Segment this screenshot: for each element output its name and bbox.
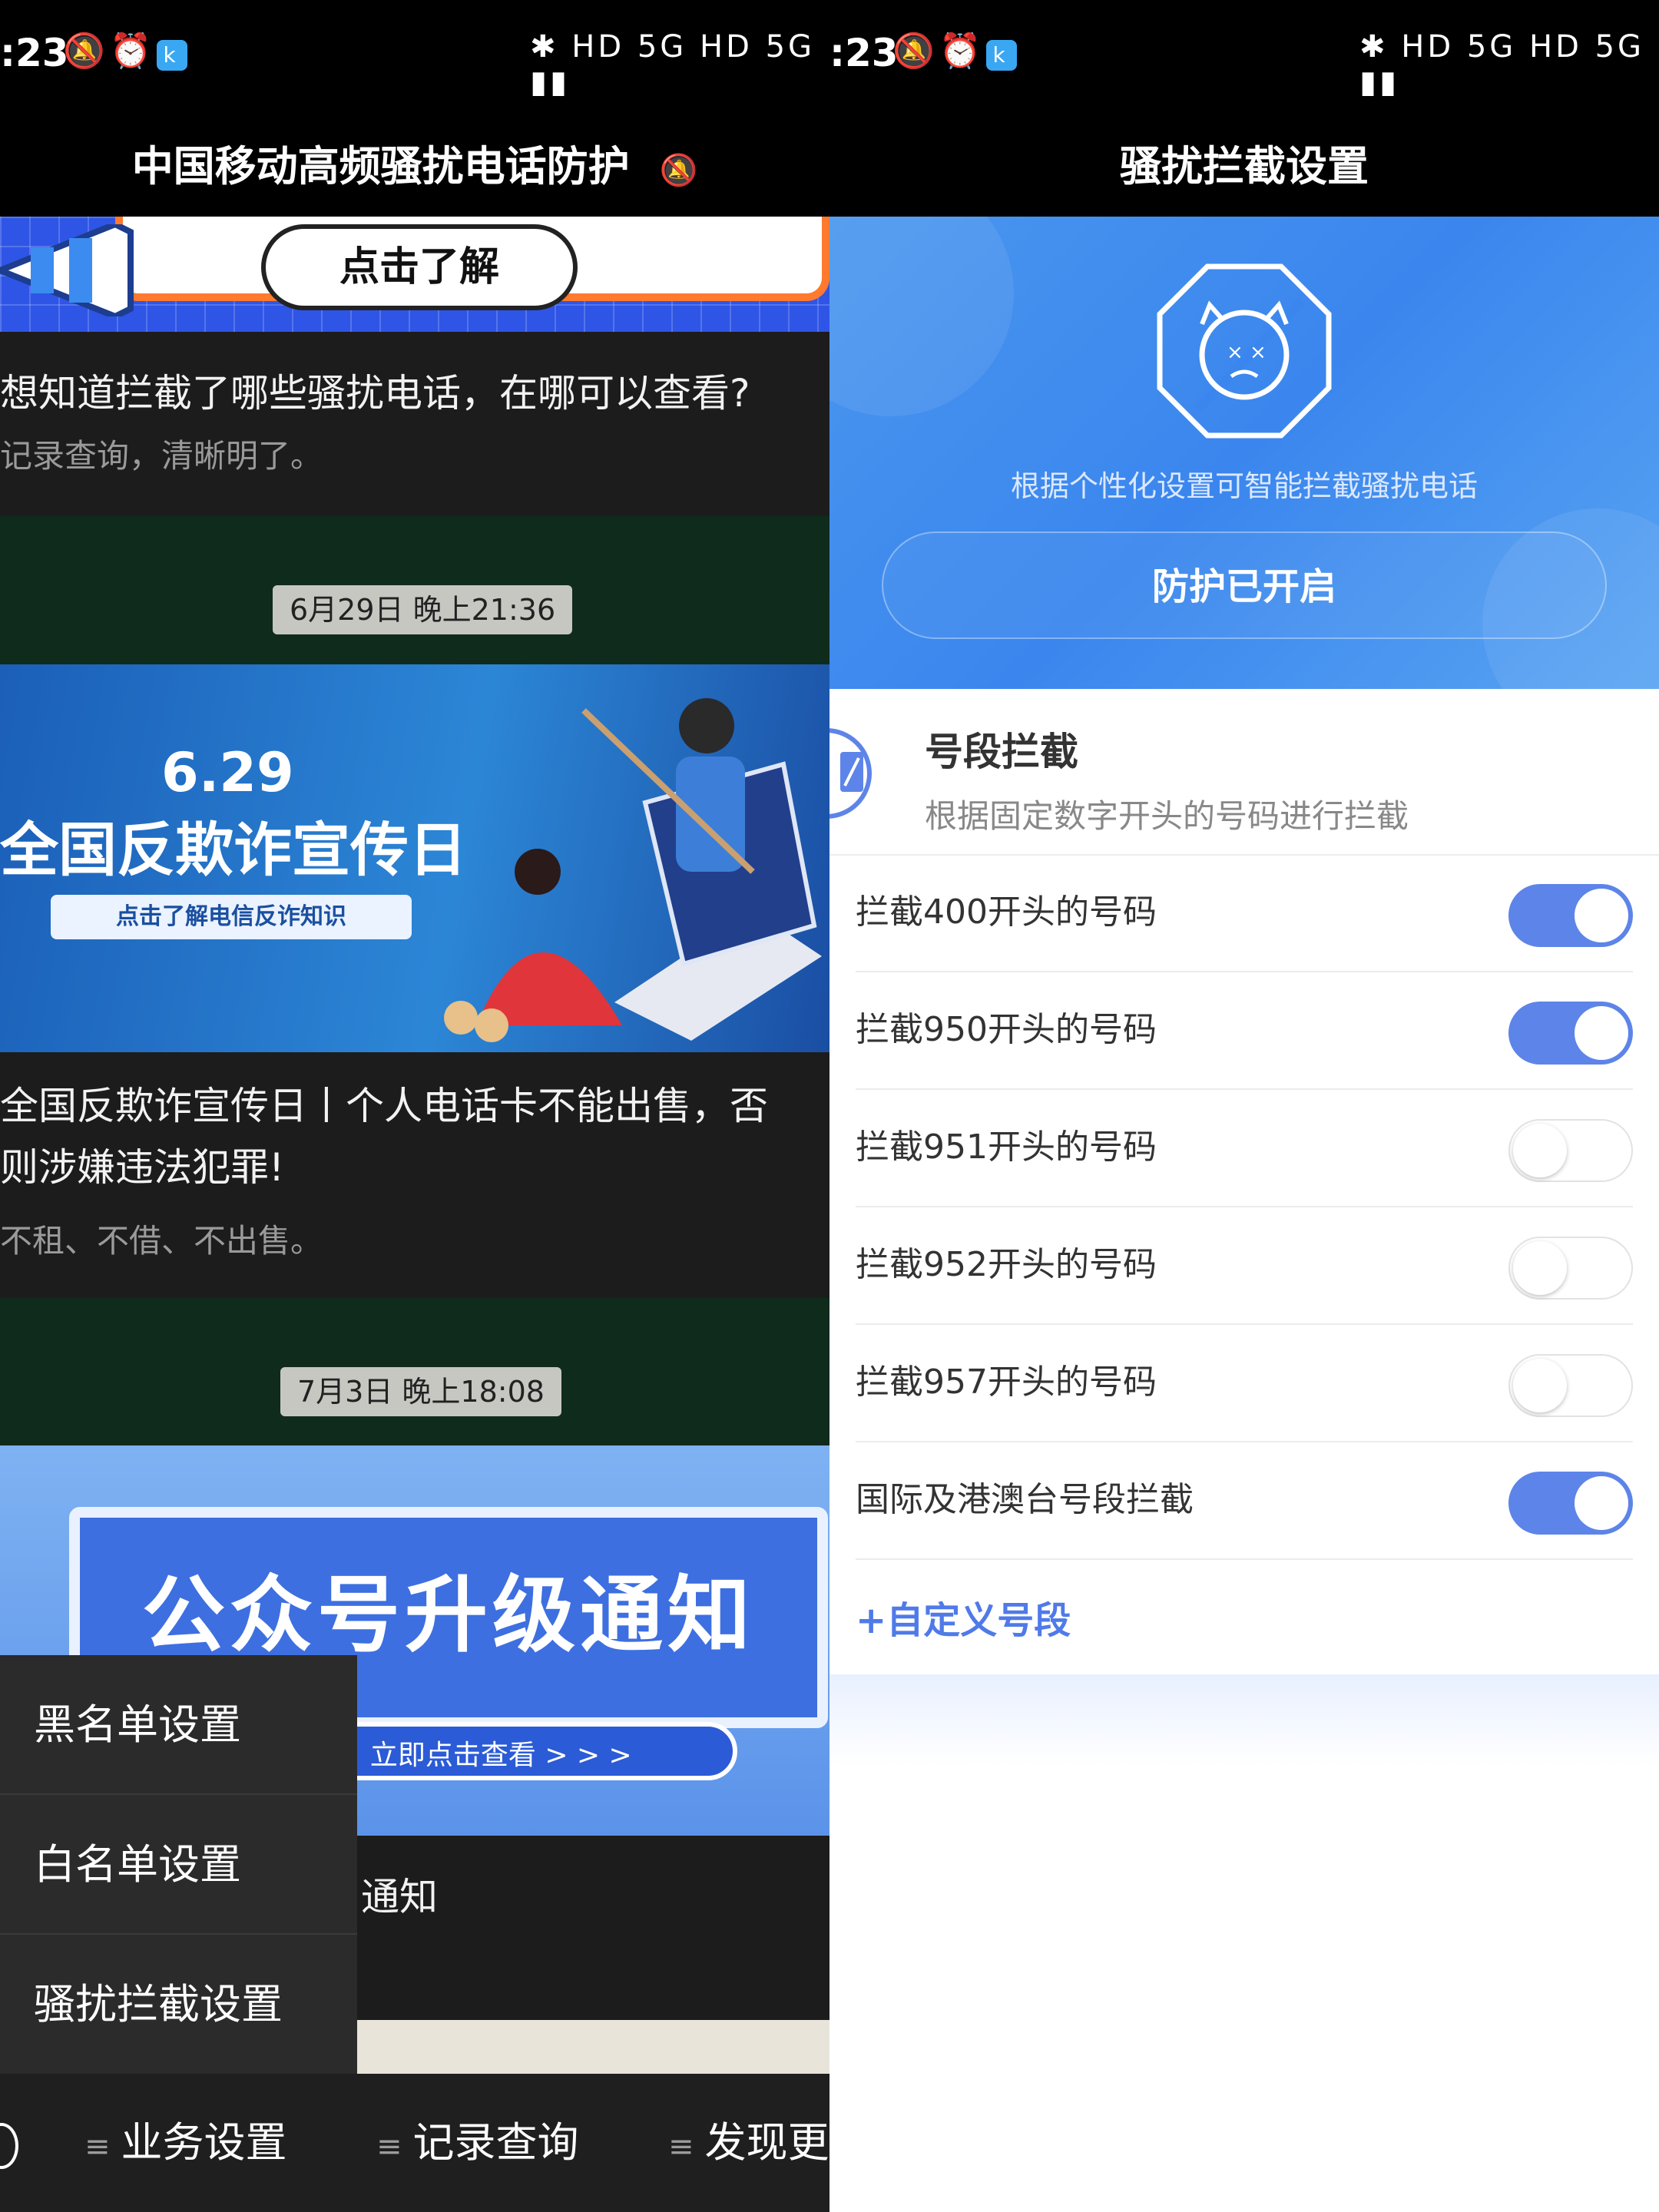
toggle-knob bbox=[1575, 889, 1628, 942]
article-card-1[interactable]: 想知道拦截了哪些骚扰电话，在哪可以查看? 记录查询，清晰明了。 bbox=[0, 332, 830, 516]
nav-business-settings[interactable]: ≡ 业务设置 bbox=[84, 2074, 287, 2212]
popup-menu: 黑名单设置 白名单设置 骚扰拦截设置 bbox=[0, 1655, 357, 2074]
add-custom-range-link[interactable]: +自定义号段 bbox=[856, 1559, 1071, 1682]
view-now-button[interactable]: ! 立即点击查看 > > > bbox=[292, 1722, 737, 1780]
menu-lines-icon: ≡ bbox=[376, 2129, 402, 2164]
protection-status-button[interactable]: 防护已开启 bbox=[882, 531, 1607, 639]
status-time: :23 bbox=[830, 31, 899, 75]
learn-more-button[interactable]: 点击了解 bbox=[261, 224, 578, 310]
toggle-row-label: 拦截952开头的号码 bbox=[856, 1245, 1157, 1284]
megaphone-icon bbox=[0, 224, 134, 316]
alarm-icon: ⏰ bbox=[939, 31, 986, 71]
article-card-2[interactable]: 全国反欺诈宣传日丨个人电话卡不能出售，否 则涉嫌违法犯罪! 不租、不借、不出售。 bbox=[0, 1052, 830, 1298]
article-title: 想知道拦截了哪些骚扰电话，在哪可以查看? bbox=[0, 371, 750, 416]
toggle-switch[interactable] bbox=[1508, 1002, 1633, 1065]
article-subtitle: 记录查询，清晰明了。 bbox=[0, 437, 323, 475]
alarm-icon: ⏰ bbox=[109, 31, 157, 71]
bluetooth-icon: ✱ bbox=[1359, 29, 1389, 65]
toggle-row-label: 拦截400开头的号码 bbox=[856, 892, 1157, 932]
menu-lines-icon: ≡ bbox=[668, 2129, 694, 2164]
decor-circle bbox=[830, 217, 1014, 416]
protection-hero: × × 根据个性化设置可智能拦截骚扰电话 防护已开启 bbox=[830, 217, 1659, 689]
toggle-row-label: 国际及港澳台号段拦截 bbox=[856, 1480, 1194, 1519]
article-title-line2: 则涉嫌违法犯罪! bbox=[0, 1145, 285, 1190]
nav-record-query[interactable]: ≡ 记录查询 bbox=[376, 2074, 579, 2212]
toggle-knob bbox=[1513, 1124, 1567, 1177]
section-title: 号段拦截 bbox=[925, 730, 1078, 774]
toggle-knob bbox=[1575, 1476, 1628, 1530]
page-title: 骚扰拦截设置 bbox=[1120, 142, 1369, 190]
shield-block-icon: × × bbox=[1157, 263, 1332, 439]
menu-item-blacklist[interactable]: 黑名单设置 bbox=[0, 1655, 357, 1795]
mute-icon[interactable]: 🔕 bbox=[660, 153, 698, 188]
status-left-icons: 🔕⏰ k bbox=[63, 31, 187, 71]
toggle-switch[interactable] bbox=[1508, 1472, 1633, 1535]
keyboard-toggle-icon[interactable] bbox=[0, 2123, 18, 2169]
section-subtitle: 根据固定数字开头的号码进行拦截 bbox=[925, 797, 1409, 835]
banner-headline: 全国反欺诈宣传日 bbox=[0, 816, 467, 884]
toggle-row: 拦截400开头的号码 bbox=[856, 854, 1633, 972]
banner-learn-button[interactable]: 点击了解电信反诈知识 bbox=[51, 895, 412, 939]
signal-icons: HD 5G HD 5G bbox=[571, 29, 816, 65]
nav-discover[interactable]: ≡ 发现更 bbox=[668, 2074, 830, 2212]
phone-segment-icon bbox=[830, 728, 872, 819]
status-bar: :23 🔕⏰ k ✱ HD 5G HD 5G ▮▮ bbox=[0, 0, 830, 117]
toggle-switch[interactable] bbox=[1508, 1237, 1633, 1300]
toggle-row: 拦截951开头的号码 bbox=[856, 1089, 1633, 1207]
toggle-row-label: 拦截957开头的号码 bbox=[856, 1363, 1157, 1402]
bottom-nav: ≡ 业务设置 ≡ 记录查询 ≡ 发现更 bbox=[0, 2074, 830, 2212]
signal-icons: HD 5G HD 5G bbox=[1401, 29, 1645, 65]
left-screen: :23 🔕⏰ k ✱ HD 5G HD 5G ▮▮ 中国移动高频骚扰电话防护 🔕 … bbox=[0, 0, 830, 2212]
bottom-fade bbox=[830, 1674, 1659, 1767]
toggle-switch[interactable] bbox=[1508, 1119, 1633, 1182]
toggle-knob bbox=[1575, 1006, 1628, 1060]
toggle-row-label: 拦截951开头的号码 bbox=[856, 1128, 1157, 1167]
menu-item-whitelist[interactable]: 白名单设置 bbox=[0, 1795, 357, 1935]
banner-date: 6.29 bbox=[161, 741, 294, 804]
menu-lines-icon: ≡ bbox=[84, 2129, 111, 2164]
time-band-2: 7月3日 晚上18:08 bbox=[0, 1298, 830, 1445]
promo-banner-top[interactable]: 点击了解 bbox=[0, 217, 830, 332]
toggle-row: 国际及港澳台号段拦截 bbox=[856, 1442, 1633, 1560]
upgrade-headline: 公众号升级通知 bbox=[141, 1568, 755, 1664]
bluetooth-icon: ✱ bbox=[530, 29, 559, 65]
title-bar: 中国移动高频骚扰电话防护 🔕 bbox=[0, 117, 830, 217]
article-title-line1: 全国反欺诈宣传日丨个人电话卡不能出售，否 bbox=[0, 1084, 768, 1128]
status-right-icons: ✱ HD 5G HD 5G ▮▮ bbox=[1359, 29, 1659, 100]
toggle-row-label: 拦截950开头的号码 bbox=[856, 1010, 1157, 1049]
toggle-knob bbox=[1513, 1241, 1567, 1295]
status-bar: :23 🔕⏰ k ✱ HD 5G HD 5G ▮▮ bbox=[830, 0, 1659, 117]
toggle-row: 拦截950开头的号码 bbox=[856, 972, 1633, 1090]
app-k-icon: k bbox=[985, 40, 1017, 71]
toggle-knob bbox=[1513, 1359, 1567, 1412]
silent-bell-icon: 🔕 bbox=[63, 31, 110, 71]
right-screen: :23 🔕⏰ k ✱ HD 5G HD 5G ▮▮ 骚扰拦截设置 × × 根据个性… bbox=[830, 0, 1659, 2212]
toggle-row: 拦截957开头的号码 bbox=[856, 1324, 1633, 1442]
number-range-section: 号段拦截 根据固定数字开头的号码进行拦截 bbox=[830, 689, 1659, 856]
signal-bars-icon: ▮▮ bbox=[1359, 65, 1400, 100]
toggle-switch[interactable] bbox=[1508, 1354, 1633, 1417]
silent-bell-icon: 🔕 bbox=[892, 31, 939, 71]
status-time: :23 bbox=[0, 31, 69, 75]
page-title: 中国移动高频骚扰电话防护 🔕 bbox=[131, 142, 698, 190]
hero-caption: 根据个性化设置可智能拦截骚扰电话 bbox=[1010, 469, 1478, 503]
menu-item-harassment-settings[interactable]: 骚扰拦截设置 bbox=[0, 1935, 357, 2075]
cat-image-strip bbox=[353, 2020, 830, 2074]
svg-text:× ×: × × bbox=[1227, 341, 1267, 364]
timestamp-chip: 7月3日 晚上18:08 bbox=[280, 1367, 561, 1416]
toggle-switch[interactable] bbox=[1508, 884, 1633, 947]
app-k-icon: k bbox=[156, 40, 187, 71]
toggle-row: 拦截952开头的号码 bbox=[856, 1207, 1633, 1325]
signal-bars-icon: ▮▮ bbox=[530, 65, 571, 100]
title-bar: 骚扰拦截设置 bbox=[830, 117, 1659, 217]
illustration-fishing-scam bbox=[444, 698, 822, 1042]
article-subtitle: 不租、不借、不出售。 bbox=[0, 1222, 323, 1260]
anti-fraud-banner[interactable]: 6.29 全国反欺诈宣传日 点击了解电信反诈知识 bbox=[0, 664, 830, 1052]
status-right-icons: ✱ HD 5G HD 5G ▮▮ bbox=[530, 29, 830, 100]
article-title-partial: 通知 bbox=[361, 1875, 438, 1919]
status-left-icons: 🔕⏰ k bbox=[892, 31, 1017, 71]
timestamp-chip: 6月29日 晚上21:36 bbox=[273, 585, 573, 634]
time-band-1: 6月29日 晚上21:36 bbox=[0, 516, 830, 664]
